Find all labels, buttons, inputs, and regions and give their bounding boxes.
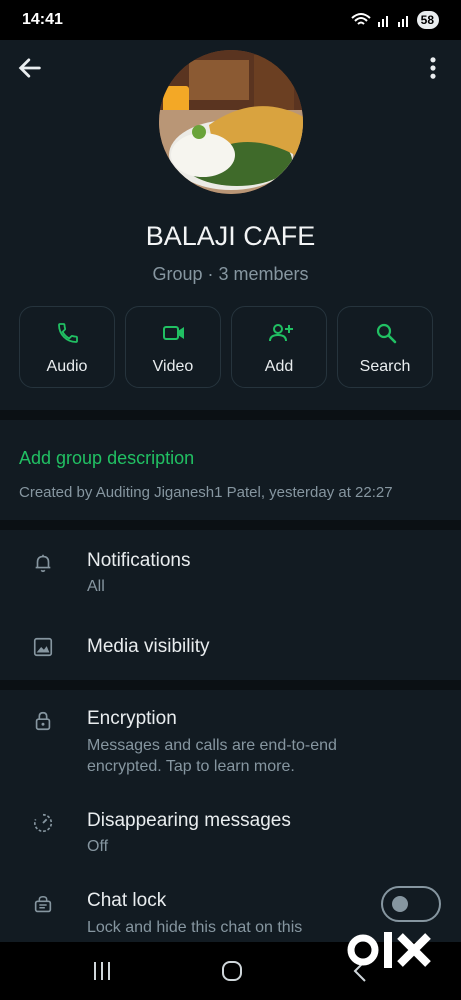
- video-label: Video: [152, 358, 194, 375]
- search-label: Search: [359, 358, 411, 375]
- created-info: Created by Auditing Jiganesh1 Patel, yes…: [19, 484, 393, 501]
- lock-icon: [35, 711, 51, 731]
- status-time: 14:41: [22, 11, 63, 28]
- notifications-title: Notifications: [87, 550, 191, 571]
- wifi-icon: [350, 13, 371, 25]
- chat-lock-toggle[interactable]: [381, 886, 441, 922]
- section-divider: [0, 680, 461, 690]
- search-icon: [376, 323, 397, 344]
- encryption-title: Encryption: [87, 708, 177, 729]
- bell-icon: [35, 554, 51, 573]
- add-label: Add: [264, 358, 294, 375]
- disappearing-messages-row[interactable]: Disappearing messages Off: [0, 800, 461, 875]
- group-name: BALAJI CAFE: [145, 221, 316, 251]
- group-header: BALAJI CAFE Group · 3 members Audio Vide…: [0, 40, 461, 410]
- video-button[interactable]: Video: [125, 306, 221, 388]
- description-section: Add group description Created by Auditin…: [0, 420, 461, 520]
- recent-apps-icon[interactable]: [90, 960, 114, 982]
- section-divider: [0, 410, 461, 420]
- chat-lock-desc: Lock and hide this chat on this: [87, 919, 303, 936]
- encryption-row[interactable]: Encryption Messages and calls are end-to…: [0, 690, 461, 790]
- audio-label: Audio: [46, 358, 88, 375]
- audio-button[interactable]: Audio: [19, 306, 115, 388]
- food-photo-icon: [159, 50, 303, 194]
- status-icons: 58: [350, 11, 439, 29]
- search-button[interactable]: Search: [337, 306, 433, 388]
- toggle-knob: [392, 896, 408, 912]
- group-avatar[interactable]: [159, 50, 303, 194]
- add-description-link[interactable]: Add group description: [19, 448, 194, 469]
- notifications-row[interactable]: Notifications All: [0, 530, 461, 610]
- video-icon: [163, 326, 184, 340]
- phone-icon: [58, 323, 78, 343]
- add-person-icon: [269, 324, 293, 342]
- battery-icon: 58: [416, 11, 439, 29]
- notifications-value: All: [87, 578, 105, 595]
- media-visibility-row[interactable]: Media visibility: [0, 612, 461, 680]
- more-vert-icon[interactable]: [419, 54, 447, 82]
- olx-watermark-logo: [347, 932, 431, 968]
- chat-lock-icon: [34, 896, 52, 913]
- disappearing-value: Off: [87, 838, 109, 855]
- home-icon[interactable]: [220, 959, 244, 983]
- status-bar: 14:41 58: [0, 0, 461, 40]
- signal-icon: [397, 16, 408, 27]
- media-visibility-title: Media visibility: [87, 636, 210, 657]
- action-buttons: Audio Video Add Search: [19, 306, 433, 388]
- chat-lock-title: Chat lock: [87, 890, 167, 911]
- arrow-left-icon[interactable]: [16, 54, 44, 82]
- group-subtitle: Group · 3 members: [152, 264, 309, 284]
- image-icon: [33, 637, 53, 657]
- add-member-button[interactable]: Add: [231, 306, 327, 388]
- encryption-desc: Messages and calls are end-to-end encryp…: [87, 737, 337, 775]
- timer-icon: [34, 813, 53, 833]
- disappearing-title: Disappearing messages: [87, 810, 291, 831]
- signal-icon: [377, 16, 388, 27]
- section-divider: [0, 520, 461, 530]
